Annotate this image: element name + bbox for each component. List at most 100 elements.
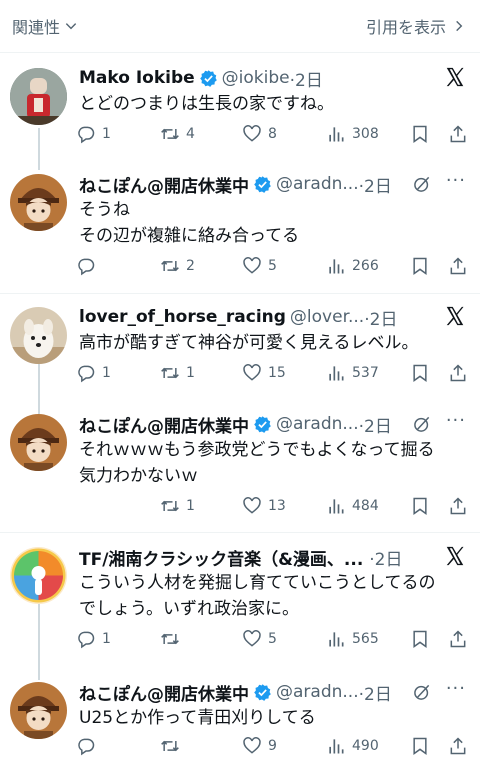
like-button[interactable]: 15 bbox=[242, 363, 286, 383]
views-button[interactable]: 484 bbox=[326, 496, 379, 516]
share-button[interactable] bbox=[448, 629, 468, 649]
repost-button[interactable]: 4 bbox=[160, 124, 195, 144]
author-name[interactable]: ねこぽん@開店休業中 bbox=[79, 412, 249, 437]
heart-icon bbox=[243, 257, 261, 274]
views-button[interactable]: 565 bbox=[326, 629, 379, 649]
share-button[interactable] bbox=[448, 496, 468, 516]
post-text: U25とか作って青田刈りしてる bbox=[79, 705, 468, 731]
avatar[interactable] bbox=[10, 174, 67, 231]
post-time[interactable]: ·2日 bbox=[290, 66, 323, 91]
like-button[interactable]: 13 bbox=[242, 496, 286, 516]
author-name[interactable]: ねこぽん@開店休業中 bbox=[79, 172, 249, 197]
reply-button[interactable]: 1 bbox=[76, 629, 111, 649]
bookmark-button[interactable] bbox=[410, 736, 430, 756]
reply-button[interactable]: 1 bbox=[76, 124, 111, 144]
author-handle[interactable]: @aradn... bbox=[276, 174, 359, 194]
like-button[interactable]: 9 bbox=[242, 736, 277, 756]
like-button[interactable]: 8 bbox=[242, 124, 277, 144]
sort-label: 関連性 bbox=[12, 18, 61, 37]
repost-button[interactable]: 2 bbox=[160, 256, 195, 276]
chevron-down-icon bbox=[65, 23, 77, 30]
avatar[interactable] bbox=[10, 414, 67, 471]
more-options-icon[interactable]: ··· bbox=[446, 678, 466, 699]
chevron-right-icon bbox=[456, 20, 463, 32]
views-button[interactable]: 537 bbox=[326, 363, 379, 383]
repost-button[interactable]: 1 bbox=[160, 363, 195, 383]
share-icon bbox=[450, 125, 466, 143]
reply-count: 1 bbox=[102, 126, 111, 142]
like-button[interactable]: 5 bbox=[242, 629, 277, 649]
like-count: 13 bbox=[268, 498, 286, 514]
views-chart-icon bbox=[329, 259, 344, 274]
share-icon bbox=[450, 737, 466, 755]
repost-button[interactable] bbox=[160, 736, 186, 756]
author-name[interactable]: lover_of_horse_racing bbox=[79, 307, 286, 327]
post-text-line: こういう人材を発掘し育てていこうとしてるの bbox=[79, 573, 436, 593]
bookmark-button[interactable] bbox=[410, 496, 430, 516]
author-name[interactable]: ねこぽん@開店休業中 bbox=[79, 680, 249, 705]
author-handle[interactable]: @iokibe bbox=[222, 68, 290, 88]
author-handle[interactable]: @lover... bbox=[290, 307, 364, 327]
author-name[interactable]: TF/湘南クラシック音楽（&漫画、... bbox=[79, 545, 363, 570]
post-actions: 2 5 266 bbox=[76, 256, 470, 280]
views-button[interactable]: 266 bbox=[326, 256, 379, 276]
more-options-icon[interactable]: ··· bbox=[446, 170, 466, 191]
like-count: 9 bbox=[268, 738, 277, 754]
view-count: 266 bbox=[352, 258, 379, 274]
heart-icon bbox=[243, 737, 261, 754]
share-button[interactable] bbox=[448, 256, 468, 276]
divider bbox=[0, 52, 480, 53]
view-quotes-label: 引用を表示 bbox=[365, 18, 446, 37]
post-time[interactable]: ·2日 bbox=[364, 305, 397, 330]
bookmark-button[interactable] bbox=[410, 363, 430, 383]
post-time[interactable]: ·2日 bbox=[359, 172, 392, 197]
post-text: とどのつまりは生長の家ですね。 bbox=[79, 91, 468, 117]
like-button[interactable]: 5 bbox=[242, 256, 277, 276]
avatar[interactable] bbox=[10, 68, 67, 125]
views-button[interactable]: 308 bbox=[326, 124, 379, 144]
repost-button[interactable] bbox=[160, 629, 186, 649]
author-name[interactable]: Mako Iokibe bbox=[79, 68, 195, 88]
replies-toolbar: 関連性 引用を表示 bbox=[0, 0, 480, 52]
post-time[interactable]: ·2日 bbox=[359, 680, 392, 705]
author-handle[interactable]: @aradn... bbox=[276, 414, 359, 434]
sort-dropdown[interactable]: 関連性 bbox=[12, 14, 78, 38]
view-quotes-link[interactable]: 引用を表示 bbox=[366, 14, 466, 38]
share-button[interactable] bbox=[448, 736, 468, 756]
bookmark-button[interactable] bbox=[410, 256, 430, 276]
post-time[interactable]: ·2日 bbox=[369, 545, 402, 570]
repost-icon bbox=[161, 260, 179, 272]
heart-icon bbox=[243, 630, 261, 647]
share-button[interactable] bbox=[448, 363, 468, 383]
reply-button[interactable] bbox=[76, 256, 102, 276]
x-logo-icon bbox=[446, 306, 464, 326]
more-options-icon[interactable]: ··· bbox=[446, 410, 466, 431]
view-count: 308 bbox=[352, 126, 379, 142]
bookmark-button[interactable] bbox=[410, 124, 430, 144]
grok-icon[interactable] bbox=[412, 414, 432, 434]
grok-icon[interactable] bbox=[412, 174, 432, 194]
repost-icon bbox=[161, 128, 179, 140]
reply-button[interactable]: 1 bbox=[76, 363, 111, 383]
views-button[interactable]: 490 bbox=[326, 736, 379, 756]
bookmark-icon bbox=[413, 125, 427, 143]
avatar[interactable] bbox=[10, 307, 67, 364]
avatar[interactable] bbox=[10, 682, 67, 739]
post-header: lover_of_horse_racing @lover... ·2日 bbox=[79, 305, 470, 330]
post-text: 高市が酷すぎて神谷が可愛く見えるレベル。 bbox=[79, 330, 468, 356]
like-count: 8 bbox=[268, 126, 277, 142]
repost-button[interactable]: 1 bbox=[160, 496, 195, 516]
grok-icon[interactable] bbox=[412, 682, 432, 702]
reply-button[interactable] bbox=[76, 736, 102, 756]
avatar[interactable] bbox=[10, 547, 67, 604]
repost-icon bbox=[161, 633, 179, 645]
post-text: こういう人材を発掘し育てていこうとしてるの でしょう。いずれ政治家に。 bbox=[79, 570, 468, 622]
share-button[interactable] bbox=[448, 124, 468, 144]
verified-badge-icon bbox=[199, 69, 217, 87]
verified-badge-icon bbox=[254, 415, 271, 433]
author-handle[interactable]: @aradn... bbox=[276, 682, 359, 702]
post-text-line: そうね bbox=[79, 200, 130, 220]
thread-line bbox=[38, 364, 40, 414]
bookmark-button[interactable] bbox=[410, 629, 430, 649]
post-time[interactable]: ·2日 bbox=[359, 412, 392, 437]
